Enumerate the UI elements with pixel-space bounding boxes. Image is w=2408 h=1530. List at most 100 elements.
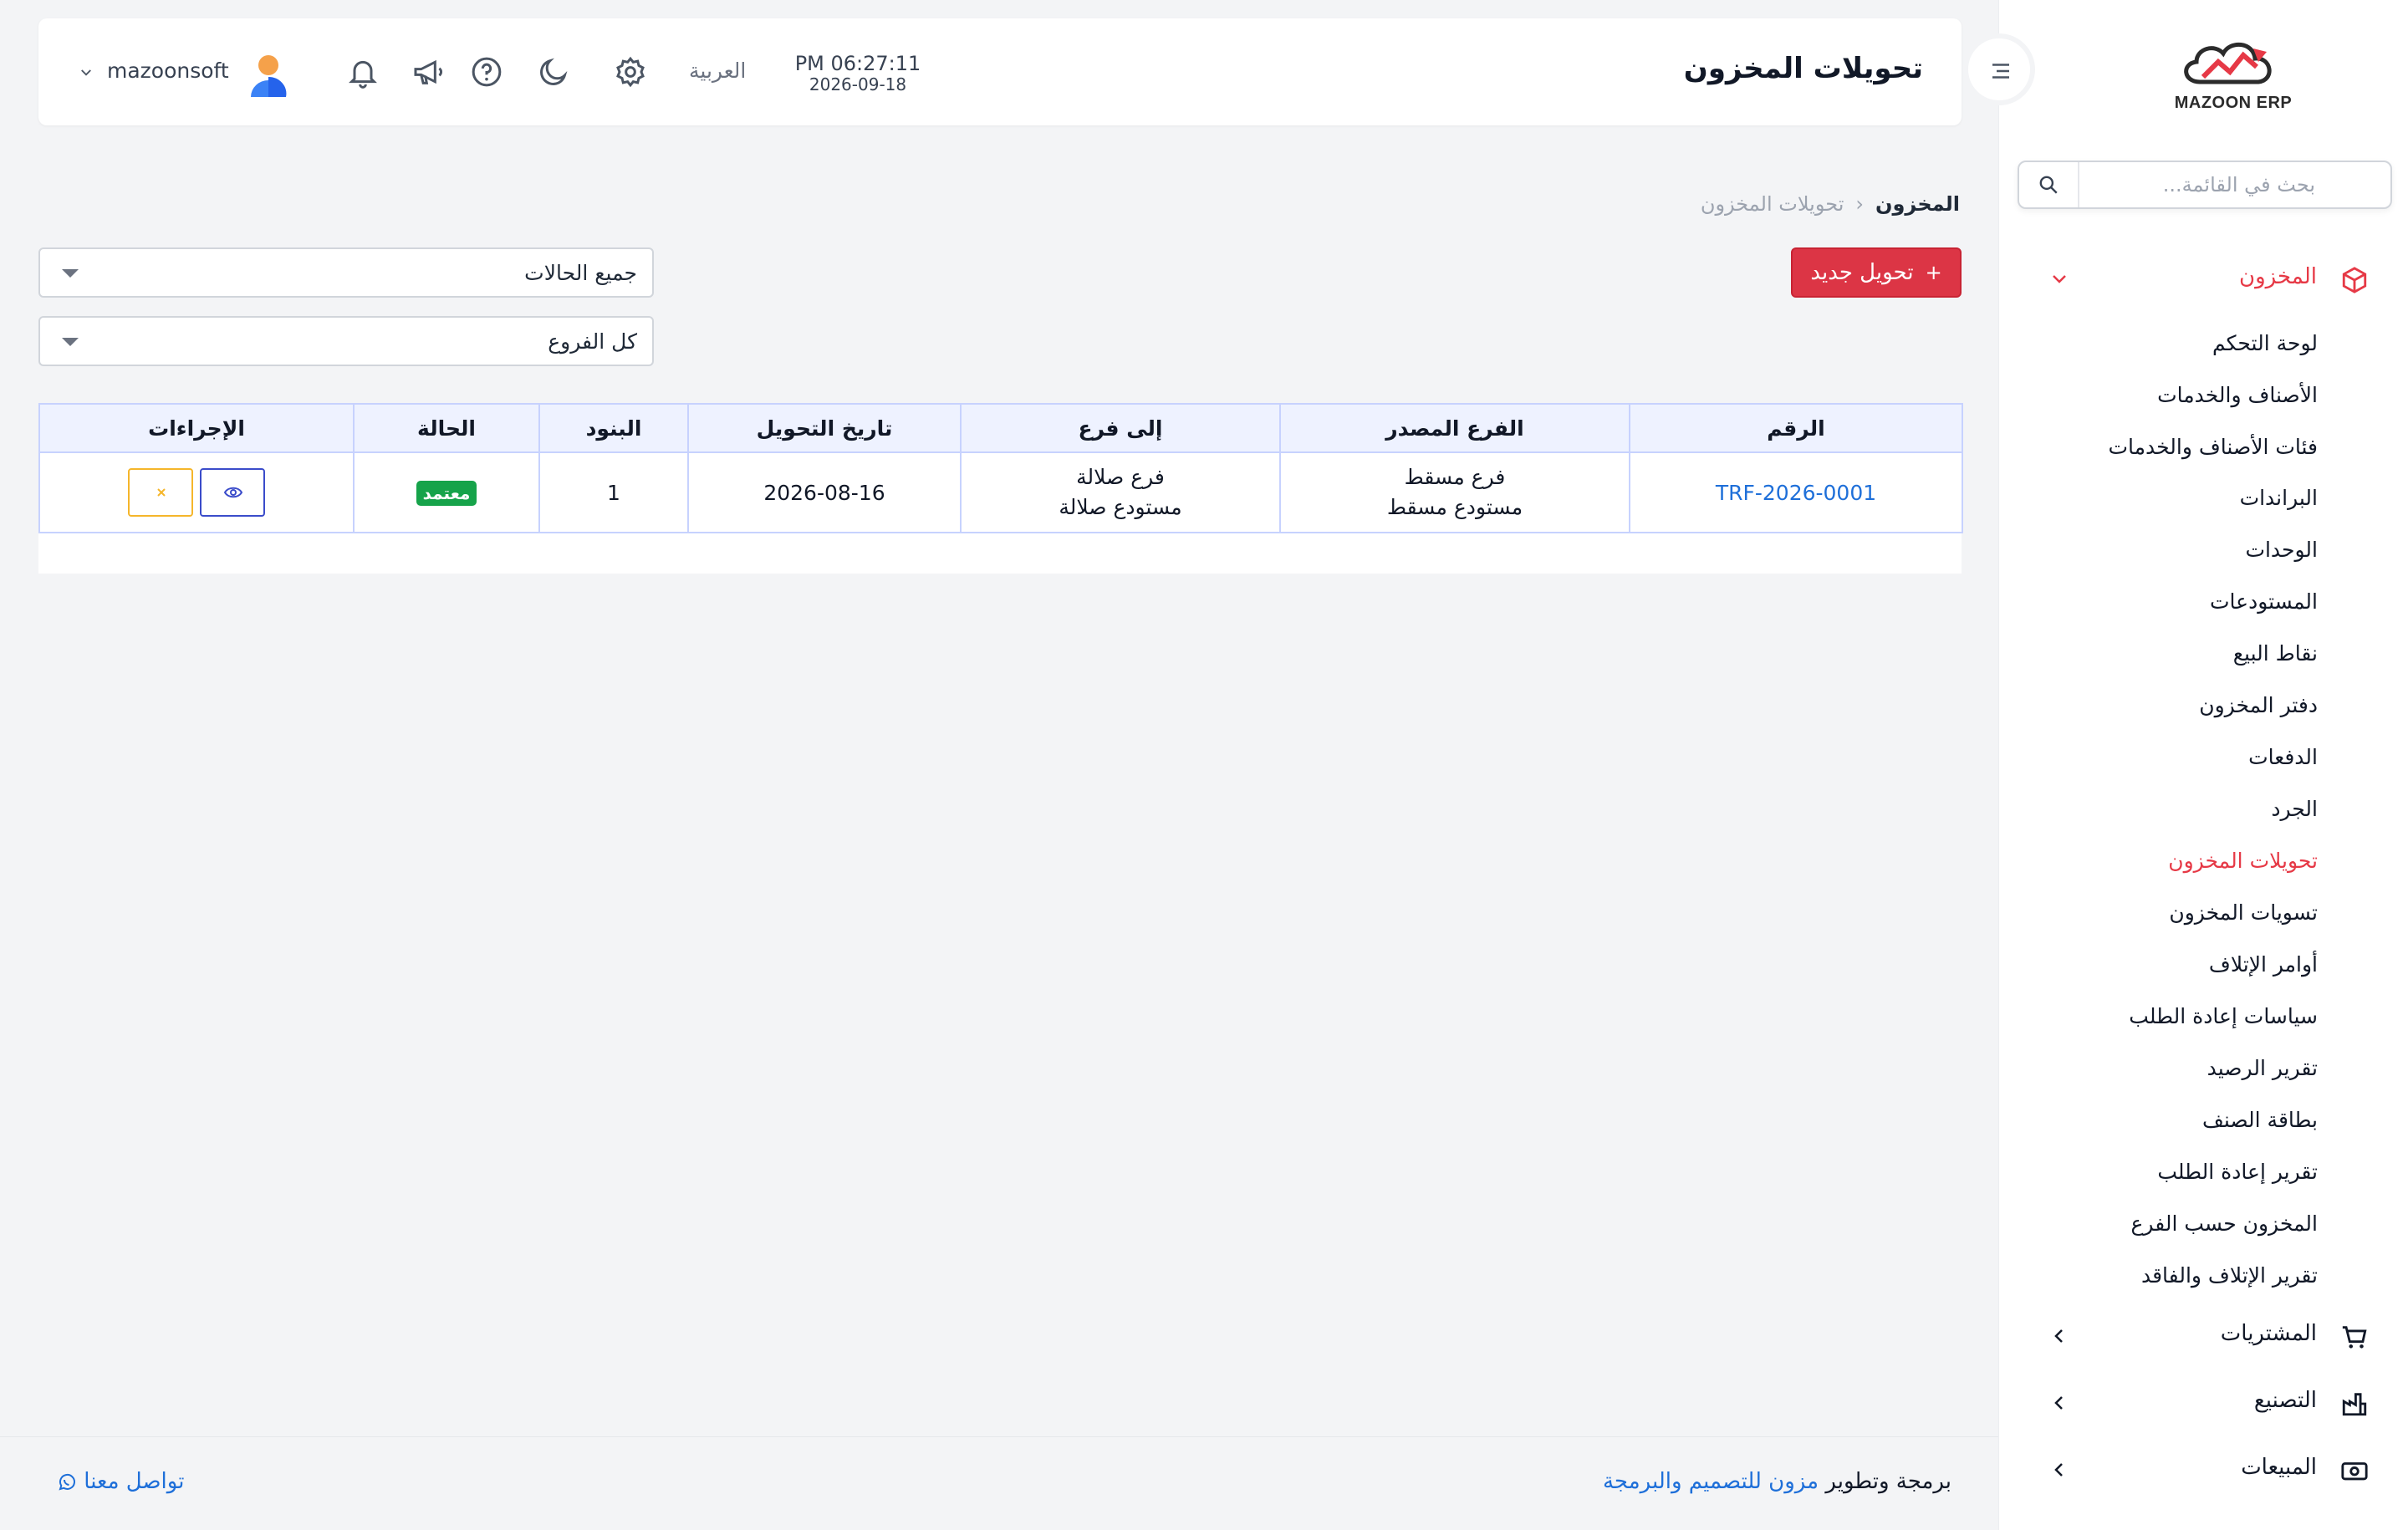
credit-brand-link[interactable]: مزون للتصميم والبرمجة [1603,1469,1819,1494]
cell-date: 2026-08-16 [687,451,962,533]
logo-cloud-icon [2184,42,2272,84]
factory-icon [2342,1393,2367,1416]
sidebar-group-label: التصنيع [2253,1388,2317,1413]
gear-icon[interactable] [614,55,647,89]
sidebar-group-purchases[interactable]: المشتريات [1999,1313,2408,1363]
breadcrumb-separator: ‹ [1855,192,1865,216]
cell-status: معتمد [353,451,540,533]
sidebar-item-stock-by-branch[interactable]: المخزون حسب الفرع [2131,1207,2319,1241]
status-filter-select[interactable]: جميع الحالات [38,247,654,298]
plus-icon: + [1925,261,1942,284]
view-button[interactable] [200,468,265,517]
cell-destination: فرع صلالة مستودع صلالة [960,451,1281,533]
chevron-left-icon [2054,1396,2063,1410]
megaphone-icon[interactable] [411,55,445,89]
status-filter-value: جميع الحالات [524,261,637,285]
cell-actions [38,451,355,533]
chevron-left-icon [2054,1463,2063,1476]
sidebar-group-label: المخزون [2239,264,2317,289]
contact-us-link[interactable]: تواصل معنا [47,1469,184,1494]
sidebar-item-item-card[interactable]: بطاقة الصنف [2202,1104,2318,1137]
new-transfer-label: تحويل جديد [1810,260,1914,285]
sidebar-item-stock-ledger[interactable]: دفتر المخزون [2199,689,2318,722]
sidebar-group-sales[interactable]: المبيعات [1999,1446,2408,1497]
chevron-left-icon [2054,1329,2063,1343]
table-row: TRF-2026-0001 فرع مسقط مستودع مسقط فرع ص… [38,451,1963,533]
sidebar-item-brands[interactable]: البراندات [2240,482,2318,515]
column-header-transfer-date[interactable]: تاريخ التحويل [687,403,962,453]
destination-branch: فرع صلالة [1076,465,1165,489]
breadcrumb-root[interactable]: المخزون [1875,192,1960,216]
sidebar-item-reorder-report[interactable]: تقرير إعادة الطلب [2157,1155,2318,1189]
new-transfer-button[interactable]: + تحويل جديد [1791,247,1962,298]
bell-icon[interactable] [346,55,380,89]
sidebar-item-stock-transfers[interactable]: تحويلات المخزون [2168,844,2318,878]
branch-filter-select[interactable]: كل الفروع [38,316,654,366]
sidebar-item-balance-report[interactable]: تقرير الرصيد [2207,1052,2318,1085]
cancel-button[interactable] [128,468,193,517]
destination-warehouse: مستودع صلالة [1059,495,1182,519]
help-icon[interactable] [470,55,503,89]
sidebar-item-items-services[interactable]: الأصناف والخدمات [2157,379,2318,412]
clock: PM 06:27:11 2026-09-18 [791,52,925,94]
whatsapp-icon [59,1473,75,1490]
caret-down-icon [62,269,79,278]
column-header-number[interactable]: الرقم [1629,403,1963,453]
transfers-table: الرقم الفرع المصدر إلى فرع تاريخ التحويل… [38,403,1963,533]
clock-time: PM 06:27:11 [794,52,921,75]
eye-icon [223,487,243,498]
column-header-status[interactable]: الحالة [353,403,540,453]
sidebar-group-inventory[interactable]: المخزون [1999,256,2408,306]
credit-prefix: برمجة وتطوير [1825,1469,1951,1494]
clock-date: 2026-09-18 [809,74,907,94]
branch-filter-value: كل الفروع [548,329,637,354]
cell-source: فرع مسقط مستودع مسقط [1279,451,1630,533]
sidebar-item-dashboard[interactable]: لوحة التحكم [2212,327,2318,360]
cash-icon [2341,1462,2368,1481]
sidebar-search-input[interactable] [2048,162,2315,207]
close-icon [157,488,166,497]
sidebar: MAZOON ERP المخزون لوحة التحكم الأصناف و… [1998,0,2408,1530]
sidebar-item-categories[interactable]: فئات الأصناف والخدمات [2109,431,2319,464]
avatar[interactable] [249,54,288,97]
moon-icon[interactable] [537,55,570,89]
top-header: تحويلات المخزون PM 06:27:11 2026-09-18 ا… [38,18,1962,125]
column-header-actions: الإجراءات [38,403,355,453]
sidebar-group-manufacturing[interactable]: التصنيع [1999,1380,2408,1430]
column-header-items[interactable]: البنود [538,403,689,453]
sidebar-item-disposal-orders[interactable]: أوامر الإتلاف [2209,948,2318,982]
column-header-destination-branch[interactable]: إلى فرع [960,403,1281,453]
chevron-down-icon[interactable] [79,65,94,80]
column-header-source-branch[interactable]: الفرع المصدر [1279,403,1630,453]
sidebar-group-label: المبيعات [2241,1455,2317,1480]
contact-label: تواصل معنا [84,1469,185,1494]
sidebar-item-disposal-loss-report[interactable]: تقرير الإتلاف والفاقد [2141,1259,2318,1293]
page-title: تحويلات المخزون [1683,52,1923,85]
menu-toggle-button[interactable] [1963,33,2035,105]
logo-text: MAZOON ERP [2174,94,2293,112]
sidebar-item-units[interactable]: الوحدات [2245,533,2318,567]
breadcrumb-current: تحويلات المخزون [1700,192,1844,216]
source-warehouse: مستودع مسقط [1386,495,1523,519]
caret-down-icon [62,338,79,346]
cell-items: 1 [538,451,689,533]
sidebar-item-reorder-policies[interactable]: سياسات إعادة الطلب [2129,1000,2318,1033]
sidebar-item-batches[interactable]: الدفعات [2248,741,2318,774]
footer: برمجة وتطوير مزون للتصميم والبرمجة تواصل… [0,1436,1998,1530]
sidebar-item-pos[interactable]: نقاط البيع [2233,637,2318,671]
footer-credit: برمجة وتطوير مزون للتصميم والبرمجة [1603,1469,1951,1494]
search-divider [2078,162,2079,207]
sidebar-item-warehouses[interactable]: المستودعات [2210,585,2318,619]
sidebar-item-stocktake[interactable]: الجرد [2271,793,2318,826]
username[interactable]: mazoonsoft [107,59,229,83]
cart-icon [2342,1326,2367,1349]
transfer-number-link[interactable]: TRF-2026-0001 [1716,481,1876,505]
language-switcher[interactable]: العربية [689,59,746,83]
source-branch: فرع مسقط [1404,465,1506,489]
table-header-row: الرقم الفرع المصدر إلى فرع تاريخ التحويل… [38,403,1963,453]
mazoon-erp-logo[interactable]: MAZOON ERP [2150,33,2317,117]
chevron-down-icon [2053,275,2066,283]
sidebar-search-box [2018,161,2392,209]
sidebar-item-stock-adjustments[interactable]: تسويات المخزون [2169,896,2318,930]
search-icon[interactable] [2038,174,2059,196]
